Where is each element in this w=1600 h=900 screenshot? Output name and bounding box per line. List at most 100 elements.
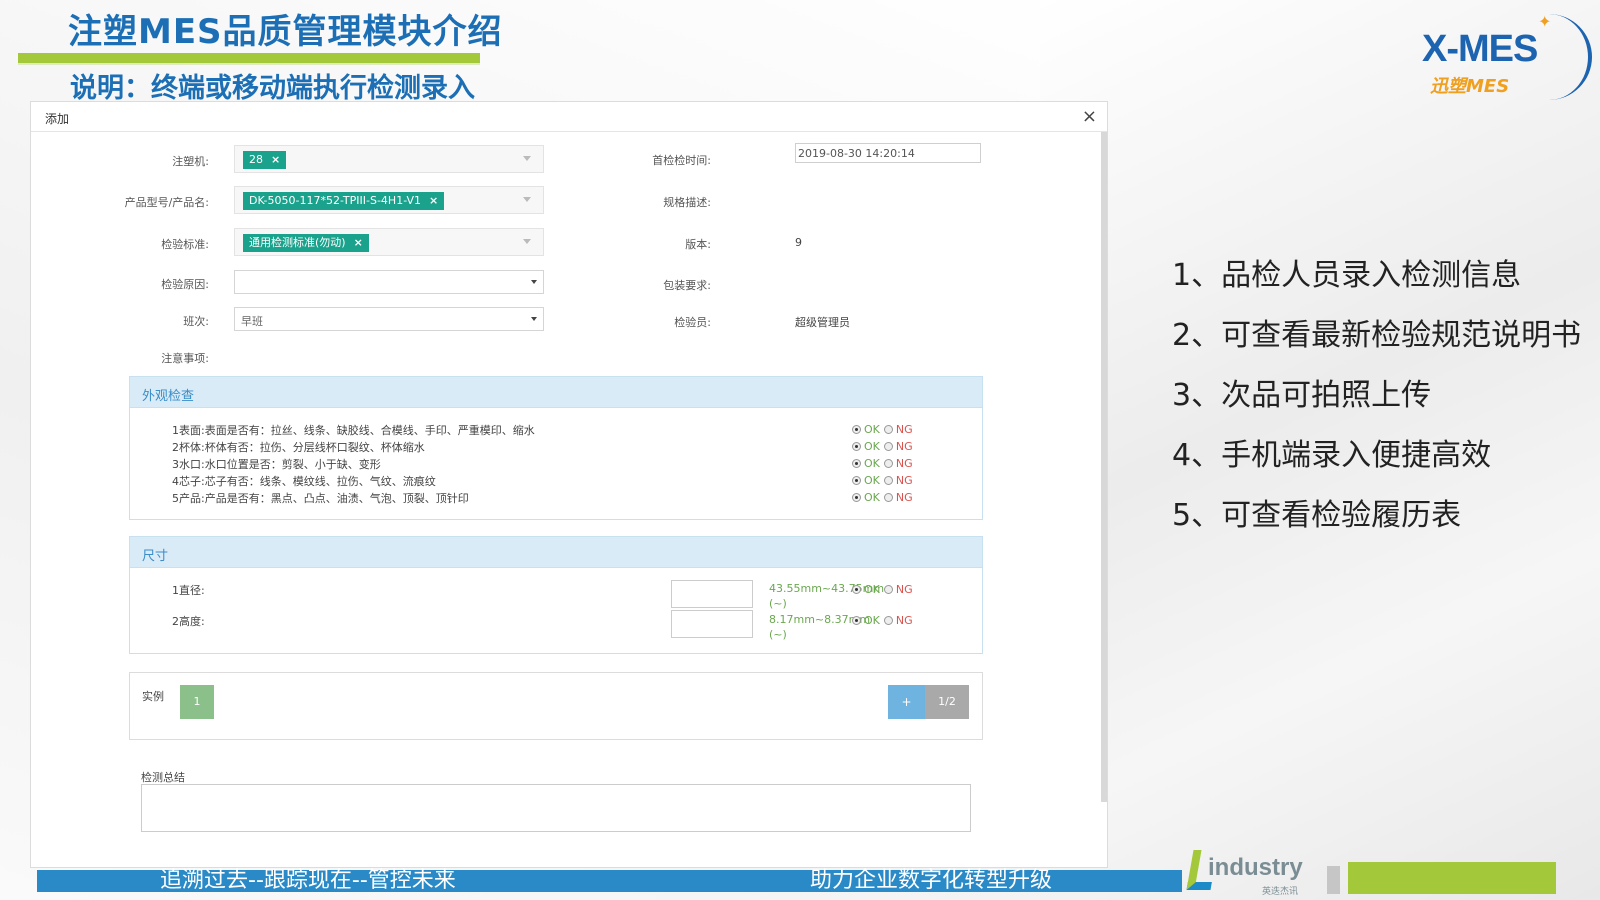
feature-point: 4、手机端录入便捷高效 <box>1172 438 1492 473</box>
ng-radio[interactable] <box>883 493 893 502</box>
inspection-item: 2杯体:杯体有否：拉伤、分层线杯口裂纹、杯体缩水 <box>172 441 425 454</box>
xmes-logo: ✦ X-MES 迅塑MES <box>1420 12 1595 102</box>
notes-label: 注意事项: <box>161 352 209 365</box>
slide-subtitle: 说明：终端或移动端执行检测录入 <box>70 73 475 104</box>
machine-label: 注塑机: <box>172 155 209 168</box>
dimension-label: 2高度: <box>172 615 205 628</box>
ng-label: NG <box>895 440 913 453</box>
range-paren: (~) <box>769 628 787 641</box>
ok-ng-radio-group: OK NG <box>852 423 913 436</box>
feature-point: 5、可查看检验履历表 <box>1172 498 1462 533</box>
appearance-panel: 外观检查 1表面:表面是否有：拉丝、线条、缺胶线、合模线、手印、严重模印、缩水 … <box>129 376 983 520</box>
ng-label: NG <box>895 614 913 627</box>
footer-slogan-left: 追溯过去--跟踪现在--管控未来 <box>160 868 456 893</box>
first-check-time-input[interactable]: 2019-08-30 14:20:14 <box>795 143 981 163</box>
dialog-scrollbar[interactable] <box>1101 132 1107 802</box>
ok-label: OK <box>864 423 880 436</box>
product-tag-text: DK-5050-117*52-TPIII-S-4H1-V1 <box>249 194 422 207</box>
shift-label: 班次: <box>183 315 209 328</box>
ng-radio[interactable] <box>883 425 893 434</box>
reason-select[interactable] <box>234 270 544 294</box>
ok-radio[interactable] <box>852 425 861 434</box>
ok-ng-radio-group: OK NG <box>852 457 913 470</box>
height-input[interactable] <box>671 610 753 638</box>
ok-radio[interactable] <box>852 476 861 485</box>
chevron-down-icon <box>523 156 531 161</box>
dimension-panel-title: 尺寸 <box>130 537 982 568</box>
inspection-item: 5产品:产品是否有：黑点、凸点、油渍、气泡、顶裂、顶针印 <box>172 492 469 505</box>
photo-thumbnail[interactable]: 1 <box>180 685 214 719</box>
title-underline <box>18 53 480 63</box>
feature-point: 3、次品可拍照上传 <box>1172 378 1432 413</box>
ok-radio[interactable] <box>852 459 861 468</box>
remove-tag-icon[interactable]: × <box>429 194 438 207</box>
inspection-item: 1表面:表面是否有：拉丝、线条、缺胶线、合模线、手印、严重模印、缩水 <box>172 424 535 437</box>
add-photo-button[interactable]: + <box>888 685 925 719</box>
reason-label: 检验原因: <box>161 278 209 291</box>
slide-title: 注塑MES品质管理模块介绍 <box>68 12 503 52</box>
footer-slogan-right: 助力企业数字化转型升级 <box>810 868 1053 893</box>
shift-select[interactable]: 早班 <box>234 307 544 331</box>
ng-label: NG <box>895 491 913 504</box>
machine-select[interactable]: 28 × <box>234 145 544 173</box>
ok-ng-radio-group: OK NG <box>852 440 913 453</box>
star-icon: ✦ <box>1538 12 1552 31</box>
ng-radio[interactable] <box>883 616 893 625</box>
ok-radio[interactable] <box>852 585 861 594</box>
ng-radio[interactable] <box>883 476 893 485</box>
add-dialog: 添加 × 注塑机: 28 × 产品型号/产品名: DK-5050-117*52-T… <box>30 101 1108 868</box>
ng-label: NG <box>895 423 913 436</box>
close-icon[interactable]: × <box>1082 106 1097 127</box>
diameter-input[interactable] <box>671 580 753 608</box>
chevron-down-icon <box>531 317 537 321</box>
remove-tag-icon[interactable]: × <box>271 153 280 166</box>
ng-radio[interactable] <box>883 442 893 451</box>
ok-radio[interactable] <box>852 616 861 625</box>
feature-point: 2、可查看最新检验规范说明书 <box>1172 318 1582 353</box>
photo-page-indicator[interactable]: 1/2 <box>925 685 969 719</box>
inspection-item: 4芯子:芯子有否：线条、模纹线、拉伤、气纹、流痕纹 <box>172 475 436 488</box>
dimension-label: 1直径: <box>172 584 205 597</box>
footer-green-block <box>1348 862 1556 894</box>
ok-radio[interactable] <box>852 493 861 502</box>
machine-tag-text: 28 <box>249 153 263 166</box>
ok-radio[interactable] <box>852 442 861 451</box>
remove-tag-icon[interactable]: × <box>354 236 363 249</box>
ng-radio[interactable] <box>883 459 893 468</box>
industry-logo-text: industry <box>1208 854 1303 881</box>
chevron-down-icon <box>523 239 531 244</box>
ok-label: OK <box>864 583 880 596</box>
ok-ng-radio-group: OK NG <box>852 491 913 504</box>
range-paren: (~) <box>769 597 787 610</box>
feature-point: 1、品检人员录入检测信息 <box>1172 258 1522 293</box>
version-label: 版本: <box>685 238 711 251</box>
version-value: 9 <box>795 236 802 249</box>
dialog-header: 添加 × <box>31 102 1107 132</box>
spec-label: 规格描述: <box>663 196 711 209</box>
footer-gray-block <box>1327 866 1340 894</box>
standard-label: 检验标准: <box>161 238 209 251</box>
summary-label: 检测总结 <box>141 771 185 784</box>
ng-radio[interactable] <box>883 585 893 594</box>
ng-label: NG <box>895 457 913 470</box>
inspection-item: 3水口:水口位置是否：剪裂、小于缺、变形 <box>172 458 381 471</box>
shift-value: 早班 <box>241 315 263 328</box>
machine-tag[interactable]: 28 × <box>243 151 287 169</box>
ok-label: OK <box>864 614 880 627</box>
chevron-down-icon <box>531 280 537 284</box>
ok-ng-radio-group: OK NG <box>852 583 913 596</box>
example-label: 实例 <box>142 690 164 703</box>
feature-points: 1、品检人员录入检测信息 2、可查看最新检验规范说明书 3、次品可拍照上传 4、… <box>1172 250 1581 550</box>
appearance-panel-title: 外观检查 <box>130 377 982 408</box>
ok-label: OK <box>864 440 880 453</box>
standard-select[interactable]: 通用检测标准(勿动) × <box>234 228 544 256</box>
dimension-panel: 尺寸 1直径: 43.55mm~43.75mm (~) OK NG 2高度: 8.… <box>129 536 983 654</box>
product-tag[interactable]: DK-5050-117*52-TPIII-S-4H1-V1 × <box>243 192 445 210</box>
standard-tag[interactable]: 通用检测标准(勿动) × <box>243 234 369 252</box>
summary-textarea[interactable] <box>141 784 971 832</box>
industry-logo-sub: 英迭杰讯 <box>1262 887 1299 897</box>
ok-label: OK <box>864 457 880 470</box>
product-select[interactable]: DK-5050-117*52-TPIII-S-4H1-V1 × <box>234 186 544 214</box>
ok-label: OK <box>864 491 880 504</box>
first-check-label: 首检检时间: <box>652 154 711 167</box>
